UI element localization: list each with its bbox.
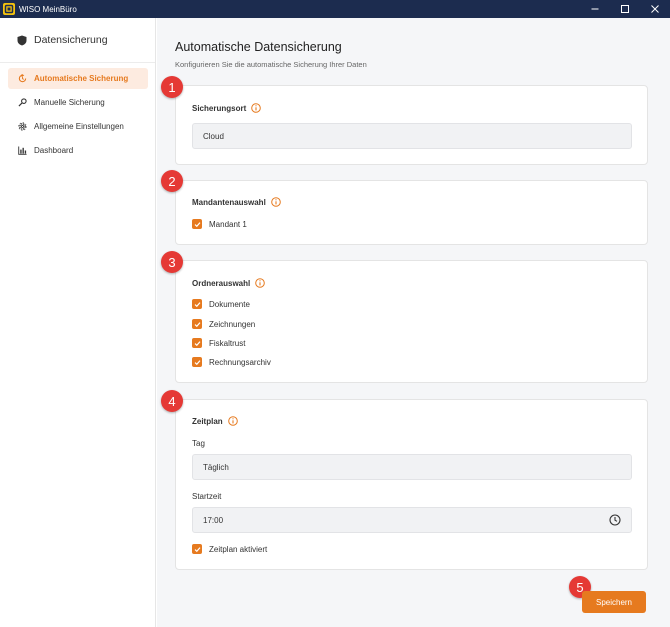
- sidebar-item-label: Manuelle Sicherung: [34, 98, 105, 107]
- main-content: Automatische Datensicherung Konfiguriere…: [157, 18, 670, 627]
- clock-icon[interactable]: [609, 514, 621, 526]
- sidebar-item-label: Automatische Sicherung: [34, 74, 129, 83]
- sidebar-header: Datensicherung: [0, 18, 155, 63]
- info-icon[interactable]: [251, 103, 262, 113]
- close-icon: [651, 5, 659, 13]
- checkmark-icon: [194, 359, 200, 365]
- day-select[interactable]: Täglich: [192, 454, 632, 480]
- bar-chart-icon: [18, 146, 27, 155]
- clients-card: Mandantenauswahl Mandant 1: [175, 180, 648, 245]
- step-badge-2: 2: [161, 170, 183, 192]
- checkmark-icon: [194, 221, 200, 227]
- sidebar-item-allgemeine-einstellungen[interactable]: Allgemeine Einstellungen: [8, 116, 148, 137]
- checkbox[interactable]: [192, 357, 202, 367]
- start-time-value: 17:00: [203, 515, 224, 525]
- folder-checkbox-row[interactable]: Dokumente: [192, 299, 250, 309]
- checkmark-icon: [194, 340, 200, 346]
- folders-title: Ordnerauswahl: [192, 278, 266, 288]
- close-button[interactable]: [640, 0, 670, 18]
- checkbox[interactable]: [192, 544, 202, 554]
- page-subtitle: Konfigurieren Sie die automatische Siche…: [175, 60, 367, 69]
- client-checkbox-row[interactable]: Mandant 1: [192, 219, 247, 229]
- info-icon[interactable]: [255, 278, 266, 288]
- checkbox-label: Zeitplan aktiviert: [209, 544, 268, 554]
- checkmark-icon: [194, 546, 200, 552]
- sidebar-title: Datensicherung: [34, 34, 108, 46]
- schedule-enabled-row[interactable]: Zeitplan aktiviert: [192, 544, 267, 554]
- checkbox-label: Rechnungsarchiv: [209, 357, 271, 367]
- sidebar-item-manuelle-sicherung[interactable]: Manuelle Sicherung: [8, 92, 148, 113]
- maximize-button[interactable]: [610, 0, 640, 18]
- manual-backup-icon: [18, 98, 27, 107]
- checkbox-label: Zeichnungen: [209, 319, 256, 329]
- schedule-title-text: Zeitplan: [192, 416, 223, 426]
- folder-checkbox-row[interactable]: Fiskaltrust: [192, 338, 245, 348]
- sidebar-item-label: Allgemeine Einstellungen: [34, 122, 124, 131]
- page-title: Automatische Datensicherung: [175, 40, 342, 54]
- folder-checkbox-row[interactable]: Zeichnungen: [192, 319, 255, 329]
- checkbox[interactable]: [192, 299, 202, 309]
- start-time-label: Startzeit: [192, 492, 222, 501]
- schedule-card: Zeitplan Tag Täglich Startzeit 17:00 Zei…: [175, 399, 648, 570]
- shield-icon: [17, 35, 27, 45]
- checkbox-label: Mandant 1: [209, 219, 247, 229]
- save-button[interactable]: Speichern: [582, 591, 646, 613]
- title-bar: WISO MeinBüro: [0, 0, 670, 18]
- folder-checkbox-row[interactable]: Rechnungsarchiv: [192, 357, 271, 367]
- gear-icon: [18, 122, 27, 131]
- location-card: Sicherungsort Cloud: [175, 85, 648, 165]
- sidebar-nav: Automatische Sicherung Manuelle Sicherun…: [0, 63, 155, 161]
- sidebar-item-dashboard[interactable]: Dashboard: [8, 140, 148, 161]
- clients-title: Mandantenauswahl: [192, 197, 281, 207]
- folders-title-text: Ordnerauswahl: [192, 278, 251, 288]
- auto-backup-icon: [18, 74, 27, 83]
- sidebar-item-label: Dashboard: [34, 146, 74, 155]
- sidebar: Datensicherung Automatische Sicherung Ma…: [0, 18, 156, 627]
- day-label: Tag: [192, 439, 205, 448]
- minimize-icon: [591, 8, 599, 10]
- location-select[interactable]: Cloud: [192, 123, 632, 149]
- location-title-text: Sicherungsort: [192, 103, 247, 113]
- checkbox[interactable]: [192, 219, 202, 229]
- location-title: Sicherungsort: [192, 103, 262, 113]
- minimize-button[interactable]: [580, 0, 610, 18]
- info-icon[interactable]: [270, 197, 281, 207]
- window-controls: [580, 0, 670, 18]
- checkbox-label: Fiskaltrust: [209, 338, 246, 348]
- info-icon[interactable]: [227, 416, 238, 426]
- checkmark-icon: [194, 301, 200, 307]
- step-badge-4: 4: [161, 390, 183, 412]
- step-badge-3: 3: [161, 251, 183, 273]
- checkmark-icon: [194, 321, 200, 327]
- sidebar-item-automatische-sicherung[interactable]: Automatische Sicherung: [8, 68, 148, 89]
- checkbox[interactable]: [192, 319, 202, 329]
- checkbox[interactable]: [192, 338, 202, 348]
- folders-card: Ordnerauswahl Dokumente Zeichnungen Fisk…: [175, 260, 648, 383]
- maximize-icon: [621, 5, 629, 13]
- start-time-input[interactable]: 17:00: [192, 507, 632, 533]
- checkbox-label: Dokumente: [209, 299, 250, 309]
- step-badge-1: 1: [161, 76, 183, 98]
- clients-title-text: Mandantenauswahl: [192, 197, 266, 207]
- window-title: WISO MeinBüro: [19, 4, 77, 14]
- app-logo-icon: [3, 3, 15, 15]
- schedule-title: Zeitplan: [192, 416, 238, 426]
